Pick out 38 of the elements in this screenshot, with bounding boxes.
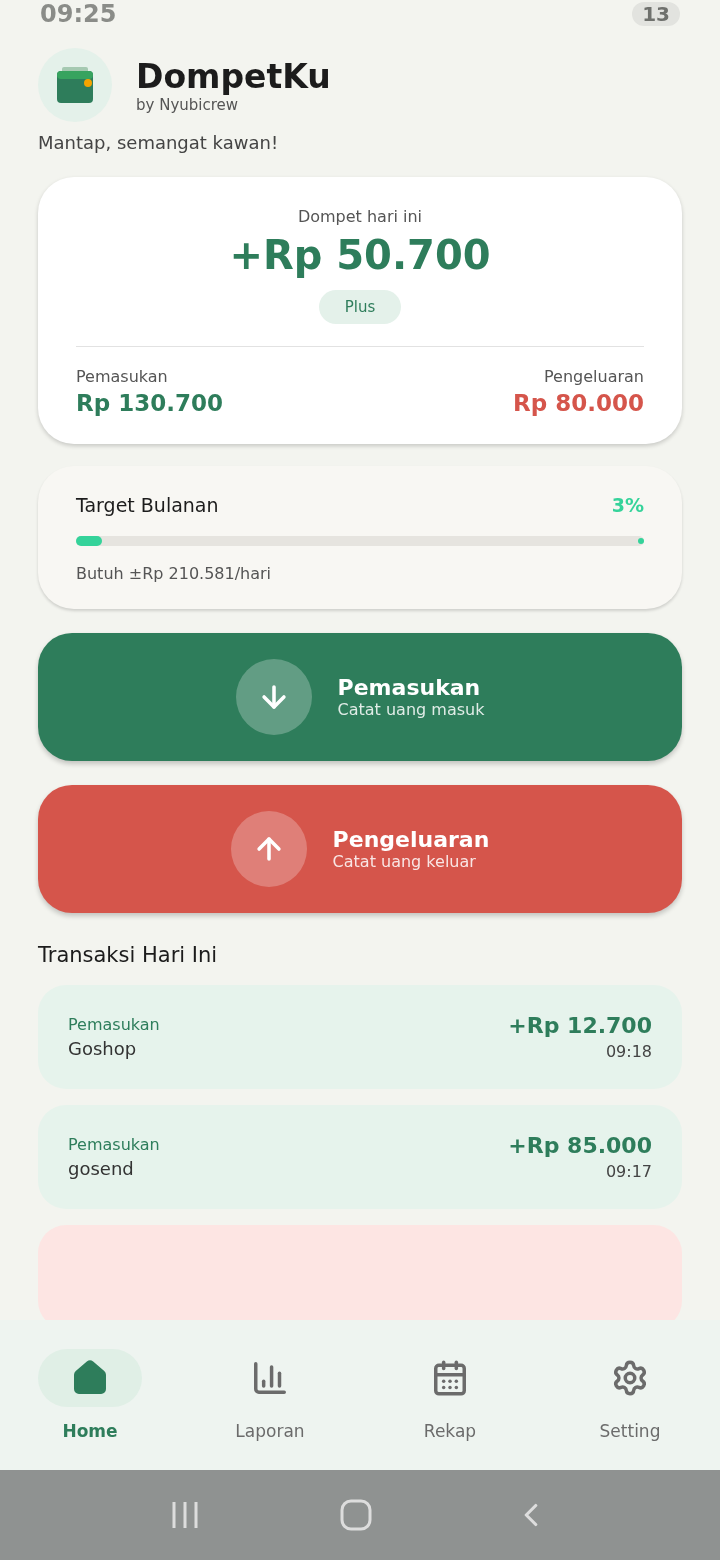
battery-level: 13 [632,2,680,26]
status-time: 09:25 [40,0,117,28]
transaction-note: Goshop [68,1038,137,1059]
bar-chart-icon [251,1359,289,1397]
app-subtitle: by Nyubicrew [136,95,240,114]
balance-amount: +Rp 50.700 [229,232,491,278]
transaction-category: Pemasukan [68,1135,160,1154]
greeting-text: Mantap, semangat kawan! [38,132,280,153]
summary-label: Dompet hari ini [297,207,423,226]
income-label: Pemasukan [76,367,168,386]
transaction-card[interactable]: Pemasukan gosend +Rp 85.000 09:17 [38,1105,682,1209]
section-title: Transaksi Hari Ini [38,943,219,967]
transaction-category: Pemasukan [68,1015,160,1034]
income-amount: Rp 130.700 [76,390,223,416]
recents-icon[interactable] [170,1500,200,1530]
transaction-note: gosend [68,1158,134,1179]
add-income-button[interactable]: Pemasukan Catat uang masuk [38,633,682,761]
nav-tab[interactable]: Laporan [200,1349,340,1441]
transaction-time: 09:17 [605,1162,652,1181]
expense-amount: Rp 80.000 [513,390,644,416]
transaction-time: 09:18 [605,1042,652,1061]
add-expense-button[interactable]: Pengeluaran Catat uang keluar [38,785,682,913]
nav-tab[interactable]: Rekap [380,1349,520,1441]
transaction-amount: +Rp 12.700 [508,1013,652,1038]
nav-tab[interactable]: Setting [560,1349,700,1441]
home-icon [71,1359,109,1397]
transaction-amount: +Rp 85.000 [508,1133,652,1158]
target-percent: 3% [611,494,644,516]
status-badge: Plus [318,290,402,324]
target-title: Target Bulanan [76,494,219,516]
calendar-icon [431,1359,469,1397]
target-note: Butuh ±Rp 210.581/hari [76,564,273,583]
nav-tab[interactable]: Home [20,1349,160,1441]
transaction-card[interactable]: Pemasukan Goshop +Rp 12.700 09:18 [38,985,682,1089]
expense-label: Pengeluaran [544,367,644,386]
settings-icon [611,1359,649,1397]
app-title: DompetKu [136,56,331,96]
home-button-icon[interactable] [340,1499,372,1531]
